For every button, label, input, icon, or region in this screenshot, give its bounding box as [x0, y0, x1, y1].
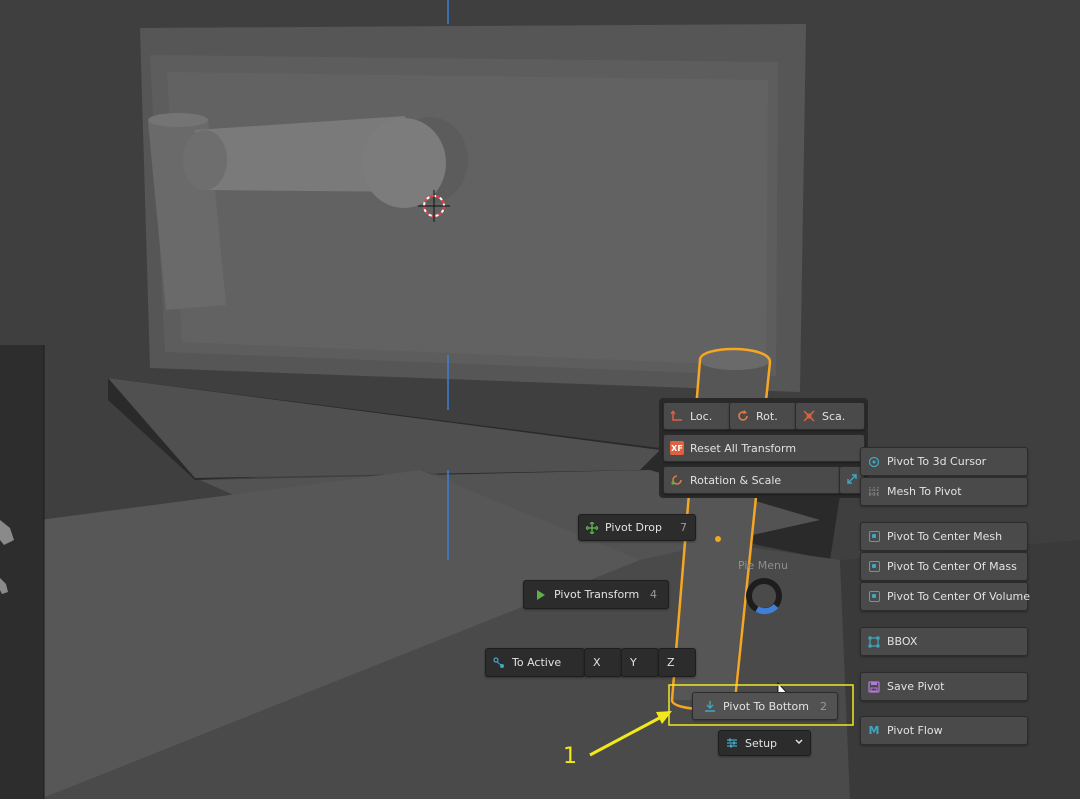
bbox-label: BBOX: [887, 635, 918, 648]
pivot-drop-hotkey: 7: [680, 521, 687, 534]
bbox-button[interactable]: BBOX: [860, 627, 1028, 656]
mesh-to-pivot-button[interactable]: Mesh To Pivot: [860, 477, 1028, 506]
pivot-to-active-icon: [492, 656, 506, 670]
loc-label: Loc.: [690, 409, 713, 423]
center-square-icon: [867, 560, 881, 574]
rot-label: Rot.: [756, 409, 778, 423]
to-active-button[interactable]: To Active: [485, 648, 585, 677]
pivot-to-center-of-volume-label: Pivot To Center Of Volume: [887, 590, 1031, 603]
pivot-bottom-icon: [703, 699, 717, 713]
center-square-icon: [867, 530, 881, 544]
mesh-grid-icon: [867, 485, 881, 499]
reset-all-transform-button[interactable]: XF Reset All Transform: [663, 434, 865, 462]
rot-button[interactable]: Rot.: [729, 402, 797, 430]
pivot-to-center-mesh-label: Pivot To Center Mesh: [887, 530, 1003, 543]
scale-arrows-icon: [802, 409, 816, 423]
reset-all-transform-label: Reset All Transform: [690, 441, 797, 455]
axis-z-label: Z: [667, 656, 675, 669]
cursor-target-icon: [867, 455, 881, 469]
sca-button[interactable]: Sca.: [795, 402, 865, 430]
play-triangle-icon: [534, 588, 548, 602]
pivot-drop-label: Pivot Drop: [605, 521, 662, 534]
pivot-flow-label: Pivot Flow: [887, 724, 943, 737]
loc-button[interactable]: Loc.: [663, 402, 731, 430]
chevron-down-icon: [794, 737, 810, 750]
pivot-to-3d-cursor-button[interactable]: Pivot To 3d Cursor: [860, 447, 1028, 476]
rotate-icon: [736, 409, 750, 423]
axis-z-button[interactable]: Z: [658, 648, 696, 677]
center-square-icon: [867, 590, 881, 604]
pivot-to-bottom-button[interactable]: Pivot To Bottom 2: [692, 692, 838, 720]
pivot-to-center-of-mass-button[interactable]: Pivot To Center Of Mass: [860, 552, 1028, 581]
mesh-to-pivot-label: Mesh To Pivot: [887, 485, 962, 498]
pivot-flow-button[interactable]: M Pivot Flow: [860, 716, 1028, 745]
setup-dropdown[interactable]: Setup: [718, 730, 811, 756]
axis-y-button[interactable]: Y: [621, 648, 659, 677]
pivot-transform-label: Pivot Transform: [554, 588, 640, 601]
m-logo-icon: M: [868, 724, 880, 737]
annotation-number: 1: [563, 744, 577, 769]
pivot-to-3d-cursor-label: Pivot To 3d Cursor: [887, 455, 987, 468]
pivot-to-center-of-volume-button[interactable]: Pivot To Center Of Volume: [860, 582, 1031, 611]
axis-y-label: Y: [630, 656, 637, 669]
pivot-to-bottom-hotkey: 2: [820, 699, 827, 713]
rotation-scale-icon: [670, 473, 684, 487]
save-pivot-button[interactable]: Save Pivot: [860, 672, 1028, 701]
sca-label: Sca.: [822, 409, 846, 423]
pivot-to-center-mesh-button[interactable]: Pivot To Center Mesh: [860, 522, 1028, 551]
to-active-label: To Active: [512, 656, 562, 669]
save-disk-icon: [867, 680, 881, 694]
pivot-to-center-of-mass-label: Pivot To Center Of Mass: [887, 560, 1017, 573]
pivot-transform-button[interactable]: Pivot Transform 4: [523, 580, 669, 609]
rotation-scale-button[interactable]: Rotation & Scale: [663, 466, 841, 494]
axis-x-label: X: [593, 656, 601, 669]
pie-menu-title: Pie Menu: [738, 559, 788, 572]
axis-x-button[interactable]: X: [584, 648, 622, 677]
location-arrows-icon: [670, 409, 684, 423]
setup-label: Setup: [745, 736, 778, 750]
bounding-box-icon: [867, 635, 881, 649]
rotation-scale-label: Rotation & Scale: [690, 473, 782, 487]
diagonal-arrows-icon: [846, 473, 858, 488]
sliders-icon: [725, 736, 739, 750]
xf-badge-icon: XF: [670, 441, 684, 455]
pivot-drop-button[interactable]: Pivot Drop 7: [578, 514, 696, 541]
pivot-transform-hotkey: 4: [650, 588, 657, 601]
pivot-to-bottom-label: Pivot To Bottom: [723, 699, 809, 713]
save-pivot-label: Save Pivot: [887, 680, 945, 693]
left-side-panel: [0, 345, 44, 799]
move-arrows-icon: [585, 521, 599, 535]
